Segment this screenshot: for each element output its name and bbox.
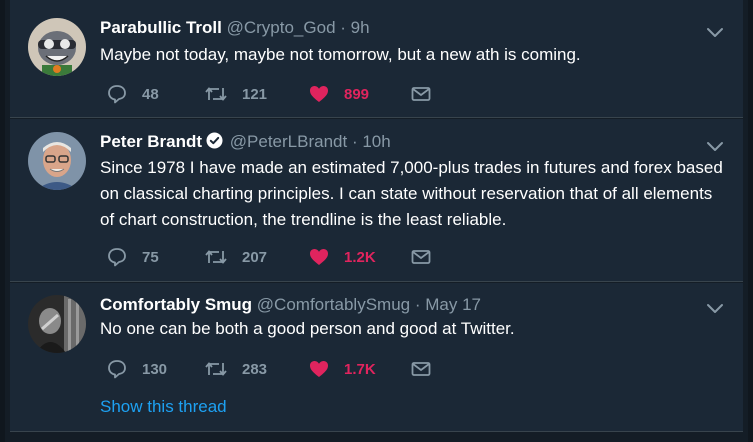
chevron-down-icon[interactable] <box>705 298 725 318</box>
avatar[interactable] <box>28 132 86 190</box>
envelope-icon <box>411 362 431 376</box>
heart-icon <box>310 249 328 265</box>
reply-button[interactable]: 130 <box>106 358 167 380</box>
separator: · <box>351 132 358 151</box>
reply-icon <box>108 360 126 379</box>
like-button[interactable]: 1.7K <box>308 358 376 380</box>
tweet[interactable]: Peter Brandt @PeterLBrandt · 10h Since 1… <box>10 119 743 282</box>
reply-icon <box>108 85 126 104</box>
reply-count: 48 <box>142 85 159 103</box>
author-name[interactable]: Parabullic Troll <box>100 18 222 37</box>
timestamp[interactable]: 9h <box>351 18 370 37</box>
timeline: Parabullic Troll @Crypto_God · 9h Maybe … <box>0 0 753 442</box>
avatar[interactable] <box>28 18 86 76</box>
retweet-button[interactable]: 121 <box>204 83 267 105</box>
tweet-actions: 130 283 1.7K <box>106 358 436 380</box>
tweet[interactable]: Parabullic Troll @Crypto_God · 9h Maybe … <box>10 0 743 118</box>
retweet-icon <box>205 250 227 264</box>
show-thread-link[interactable]: Show this thread <box>100 397 227 417</box>
reply-count: 75 <box>142 248 159 266</box>
tweet-text: Maybe not today, maybe not tomorrow, but… <box>100 45 581 64</box>
envelope-icon <box>411 87 431 101</box>
reply-button[interactable]: 48 <box>106 83 159 105</box>
retweet-icon <box>205 87 227 101</box>
like-count: 1.2K <box>344 248 376 266</box>
separator: · <box>414 295 421 314</box>
retweet-button[interactable]: 283 <box>204 358 267 380</box>
envelope-icon <box>411 250 431 264</box>
message-button[interactable] <box>410 246 432 268</box>
chevron-down-icon[interactable] <box>705 136 725 156</box>
separator: · <box>340 18 346 37</box>
message-button[interactable] <box>410 83 432 105</box>
retweet-icon <box>205 362 227 376</box>
tweet-header: Parabullic Troll @Crypto_God · 9h <box>100 18 370 38</box>
message-button[interactable] <box>410 358 432 380</box>
tweet-actions: 48 121 899 <box>106 83 436 105</box>
retweet-count: 121 <box>242 85 268 103</box>
like-count: 899 <box>344 85 370 103</box>
tweet-header: Peter Brandt @PeterLBrandt · 10h <box>100 132 391 152</box>
reply-button[interactable]: 75 <box>106 246 159 268</box>
retweet-count: 207 <box>242 248 268 266</box>
timestamp[interactable]: 10h <box>362 132 390 151</box>
tweet-actions: 75 207 1.2K <box>106 246 436 268</box>
reply-icon <box>108 248 126 267</box>
tweet-text: No one can be both a good person and goo… <box>100 319 515 338</box>
tweet-text: Since 1978 I have made an estimated 7,00… <box>100 158 723 229</box>
retweet-button[interactable]: 207 <box>204 246 267 268</box>
author-name[interactable]: Comfortably Smug <box>100 295 252 314</box>
avatar[interactable] <box>28 295 86 353</box>
tweet-header: Comfortably Smug @ComfortablySmug · May … <box>100 295 481 315</box>
chevron-down-icon[interactable] <box>705 22 725 42</box>
like-count: 1.7K <box>344 360 376 378</box>
author-handle[interactable]: @PeterLBrandt <box>230 132 347 151</box>
verified-badge-icon <box>206 132 223 149</box>
author-handle[interactable]: @ComfortablySmug <box>257 295 410 314</box>
like-button[interactable]: 899 <box>308 83 369 105</box>
heart-icon <box>310 86 328 102</box>
reply-count: 130 <box>142 360 168 378</box>
like-button[interactable]: 1.2K <box>308 246 376 268</box>
heart-icon <box>310 361 328 377</box>
author-handle[interactable]: @Crypto_God <box>227 18 336 37</box>
author-name[interactable]: Peter Brandt <box>100 132 202 151</box>
tweet[interactable]: Comfortably Smug @ComfortablySmug · May … <box>10 283 743 432</box>
timestamp[interactable]: May 17 <box>425 295 481 314</box>
retweet-count: 283 <box>242 360 268 378</box>
